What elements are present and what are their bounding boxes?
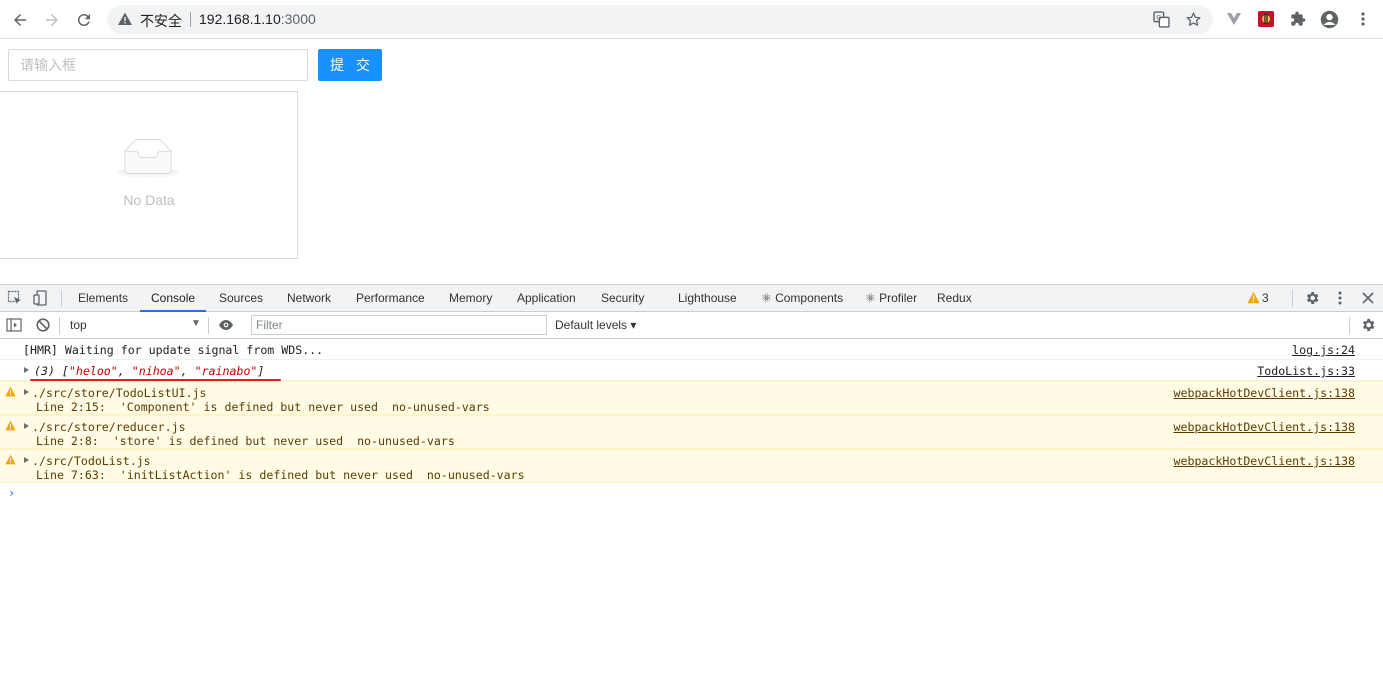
tab-application[interactable]: Application: [517, 291, 576, 305]
devtools-tabbar: Elements Console Sources Network Perform…: [0, 285, 1383, 312]
warning-icon: [5, 386, 16, 397]
array-suffix: ]: [257, 364, 265, 378]
bookmark-star-icon[interactable]: [1185, 11, 1202, 28]
tab-react-profiler[interactable]: ⚛ Profiler: [865, 291, 917, 305]
close-devtools-icon[interactable]: [1360, 290, 1376, 306]
arrow-left-icon: [14, 14, 26, 26]
console-settings-gear-icon[interactable]: [1360, 317, 1376, 333]
translate-icon[interactable]: G: [1153, 11, 1170, 28]
settings-gear-icon[interactable]: [1304, 290, 1320, 306]
svg-text:G: G: [1156, 14, 1161, 22]
source-link[interactable]: webpackHotDevClient.js:138: [1174, 420, 1355, 434]
array-prefix: (3) [: [34, 364, 69, 378]
context-selector[interactable]: top: [70, 318, 87, 332]
expand-triangle-icon[interactable]: [24, 389, 29, 395]
filterbar-separator: [59, 317, 60, 334]
profile-avatar-icon[interactable]: [1320, 10, 1339, 29]
tab-elements[interactable]: Elements: [78, 291, 128, 305]
arrow-right-icon: [46, 14, 58, 26]
console-warning[interactable]: ./src/TodoList.js Line 7:63: 'initListAc…: [0, 449, 1383, 483]
browser-toolbar: 不安全 192.168.1.10:3000 G: [0, 0, 1383, 39]
submit-button[interactable]: 提 交: [318, 49, 382, 81]
address-bar[interactable]: 不安全 192.168.1.10:3000 G: [107, 5, 1213, 34]
devtools-menu-icon[interactable]: [1332, 290, 1348, 306]
tab-security[interactable]: Security: [601, 291, 644, 305]
tabbar-separator: [61, 290, 62, 307]
todo-input[interactable]: [8, 49, 308, 81]
reload-icon: [77, 14, 90, 27]
url-port: :3000: [280, 11, 316, 27]
tab-memory[interactable]: Memory: [449, 291, 492, 305]
expand-triangle-icon[interactable]: [24, 367, 29, 373]
devtools-panel: Elements Console Sources Network Perform…: [0, 284, 1383, 700]
extension-icon[interactable]: [1258, 11, 1274, 27]
console-messages: [HMR] Waiting for update signal from WDS…: [0, 339, 1383, 504]
warning-count[interactable]: 3: [1262, 291, 1269, 305]
warning-file: ./src/store/TodoListUI.js: [32, 386, 207, 400]
filterbar-separator-3: [1349, 317, 1350, 334]
console-message-array[interactable]: (3) ["heloo", "nihoa", "rainabo"] TodoLi…: [0, 360, 1383, 382]
warning-icon: [5, 420, 16, 431]
source-link[interactable]: log.js:24: [1292, 343, 1355, 357]
empty-text: No Data: [123, 192, 175, 208]
tab-network[interactable]: Network: [287, 291, 331, 305]
kebab-menu-icon[interactable]: [1355, 11, 1371, 27]
tab-sources[interactable]: Sources: [219, 291, 263, 305]
tabbar-separator-right: [1292, 290, 1293, 307]
array-comma: ,: [117, 364, 132, 378]
console-warning[interactable]: ./src/store/reducer.js Line 2:8: 'store'…: [0, 415, 1383, 449]
inspect-element-icon[interactable]: [7, 290, 23, 306]
tab-redux[interactable]: Redux: [937, 291, 972, 305]
warning-triangle-icon: [118, 12, 132, 25]
vue-devtools-extension-icon[interactable]: [1226, 11, 1242, 27]
tab-lighthouse[interactable]: Lighthouse: [678, 291, 737, 305]
expand-triangle-icon[interactable]: [24, 457, 29, 463]
clear-console-icon[interactable]: [35, 317, 51, 333]
context-dropdown-arrow[interactable]: ▼: [191, 318, 201, 329]
array-preview[interactable]: (3) ["heloo", "nihoa", "rainabo"]: [34, 364, 264, 378]
warning-file: ./src/TodoList.js: [32, 454, 151, 468]
security-label[interactable]: 不安全: [140, 11, 182, 31]
warning-icon: [5, 454, 16, 465]
console-filter-input[interactable]: [251, 315, 547, 335]
url-host: 192.168.1.10: [199, 11, 281, 27]
back-button[interactable]: [7, 7, 33, 33]
warning-detail: Line 2:8: 'store' is defined but never u…: [36, 434, 455, 448]
device-toolbar-icon[interactable]: [33, 290, 49, 306]
source-link[interactable]: TodoList.js:33: [1257, 364, 1355, 378]
warning-detail: Line 7:63: 'initListAction' is defined b…: [36, 468, 525, 482]
forward-button[interactable]: [39, 7, 65, 33]
array-item: "nihoa": [131, 364, 181, 378]
source-link[interactable]: webpackHotDevClient.js:138: [1174, 386, 1355, 400]
sidebar-toggle-icon[interactable]: [6, 317, 22, 333]
log-levels-dropdown[interactable]: Default levels ▾: [555, 318, 636, 332]
prompt-chevron-icon: ›: [8, 486, 16, 500]
live-expression-eye-icon[interactable]: [218, 317, 234, 333]
tab-react-components[interactable]: ⚛ Components: [761, 291, 843, 305]
source-link[interactable]: webpackHotDevClient.js:138: [1174, 454, 1355, 468]
console-warning[interactable]: ./src/store/TodoListUI.js Line 2:15: 'Co…: [0, 381, 1383, 415]
warning-count-icon[interactable]: [1247, 291, 1260, 304]
warning-detail: Line 2:15: 'Component' is defined but ne…: [36, 400, 490, 414]
array-item: "heloo": [68, 364, 118, 378]
url-text[interactable]: 192.168.1.10:3000: [199, 11, 316, 27]
message-text: [HMR] Waiting for update signal from WDS…: [23, 343, 324, 357]
warning-file: ./src/store/reducer.js: [32, 420, 186, 434]
console-prompt[interactable]: ›: [0, 483, 1383, 504]
empty-inbox-icon: [117, 139, 179, 178]
tab-performance[interactable]: Performance: [356, 291, 425, 305]
tab-console[interactable]: Console: [151, 291, 195, 305]
console-filterbar: top ▼ Default levels ▾: [0, 312, 1383, 339]
todo-list: No Data: [0, 91, 298, 259]
array-item: "rainabo": [194, 364, 258, 378]
array-comma: ,: [180, 364, 195, 378]
omnibox-separator: [190, 12, 191, 27]
puzzle-extensions-icon[interactable]: [1290, 11, 1306, 27]
filterbar-separator-2: [208, 317, 209, 334]
reload-button[interactable]: [71, 7, 97, 33]
console-message[interactable]: [HMR] Waiting for update signal from WDS…: [0, 339, 1383, 360]
expand-triangle-icon[interactable]: [24, 423, 29, 429]
